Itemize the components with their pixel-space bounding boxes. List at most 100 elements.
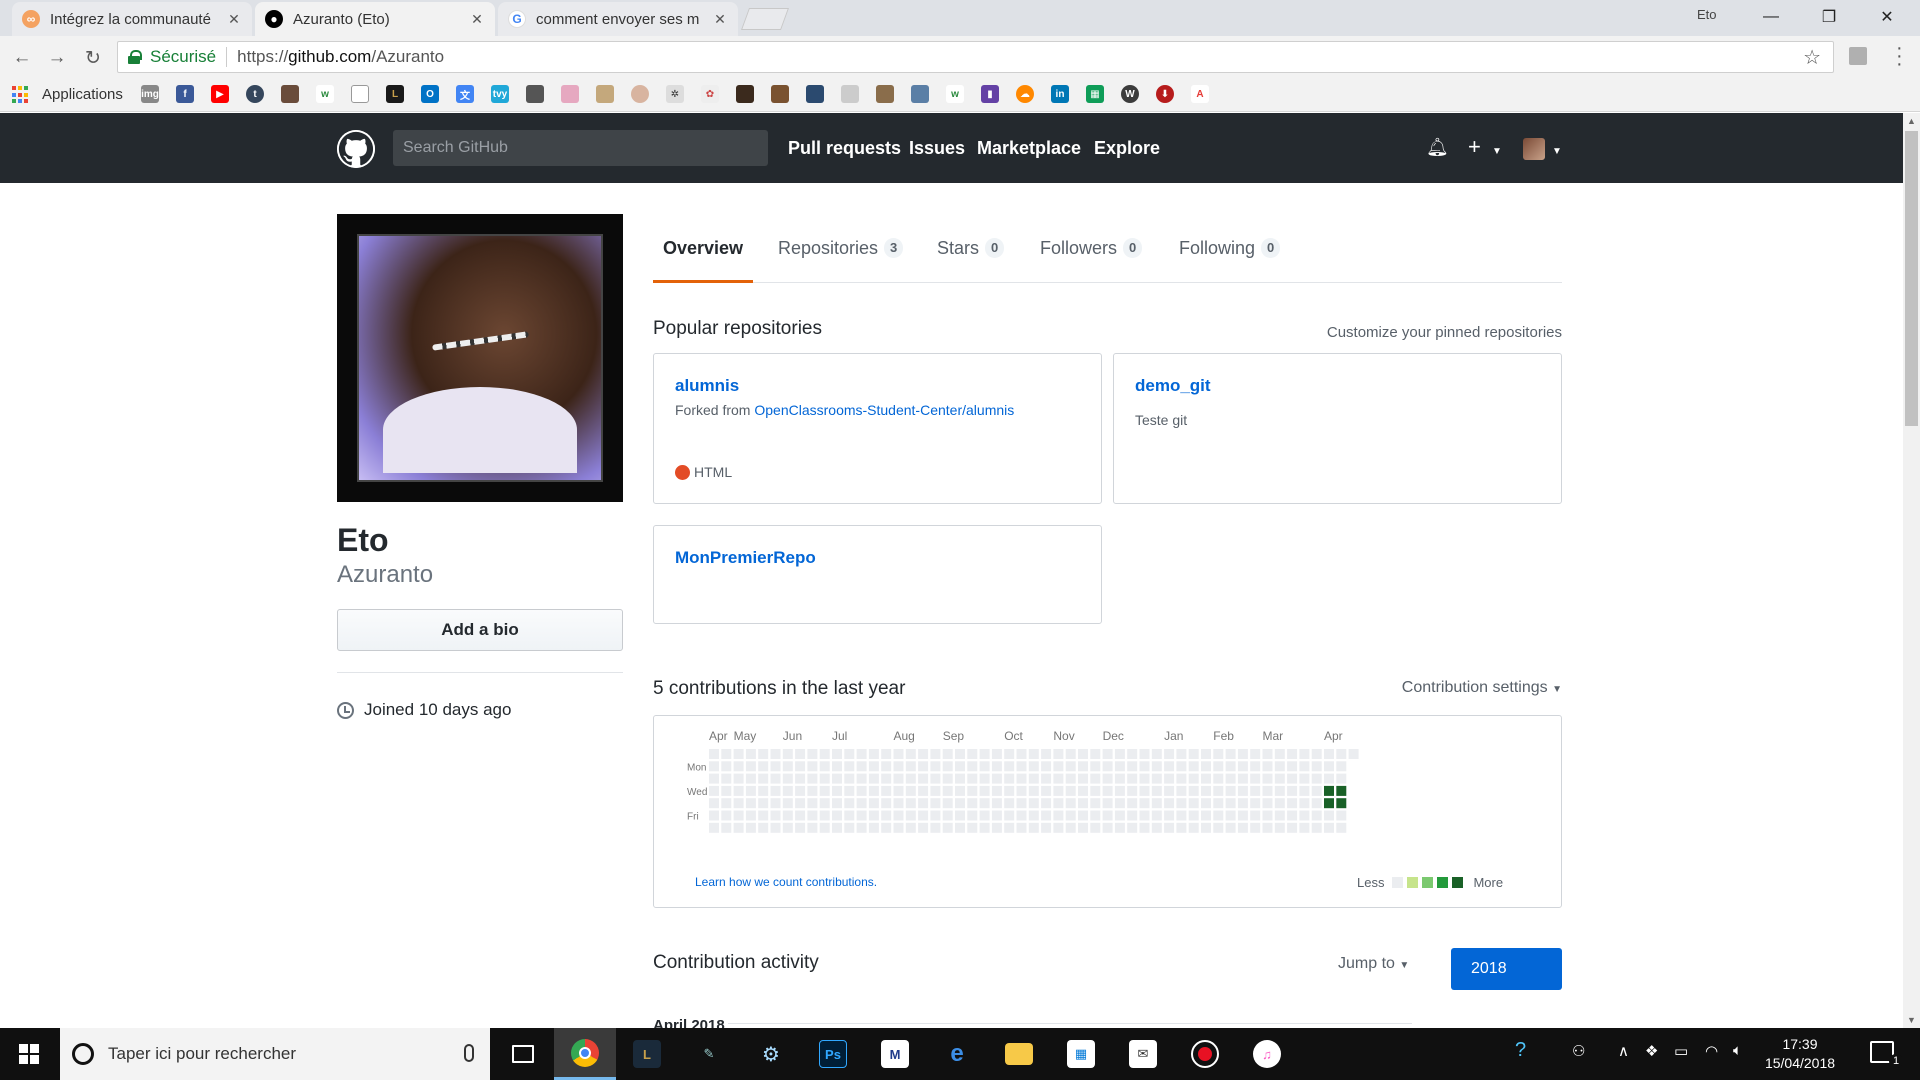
contribution-day-cell[interactable] — [881, 785, 892, 796]
contribution-day-cell[interactable] — [955, 785, 965, 796]
contribution-day-cell[interactable] — [745, 798, 756, 809]
settings-taskbar-icon[interactable]: ⚙ — [740, 1028, 802, 1080]
contribution-day-cell[interactable] — [1090, 798, 1101, 809]
contribution-day-cell[interactable] — [733, 773, 744, 784]
contribution-day-cell[interactable] — [930, 761, 941, 772]
contribution-day-cell[interactable] — [1324, 798, 1334, 809]
contribution-day-cell[interactable] — [758, 810, 769, 821]
contribution-day-cell[interactable] — [1299, 810, 1310, 821]
contribution-day-cell[interactable] — [942, 761, 953, 772]
contribution-day-cell[interactable] — [1114, 773, 1125, 784]
contribution-day-cell[interactable] — [1102, 798, 1113, 809]
contribution-day-cell[interactable] — [1213, 773, 1224, 784]
contribution-day-cell[interactable] — [770, 761, 781, 772]
contribution-day-cell[interactable] — [1164, 798, 1175, 809]
contribution-day-cell[interactable] — [770, 785, 781, 796]
contribution-day-cell[interactable] — [807, 773, 818, 784]
contribution-day-cell[interactable] — [832, 822, 842, 833]
contribution-day-cell[interactable] — [1213, 785, 1224, 796]
contribution-day-cell[interactable] — [782, 773, 793, 784]
contribution-day-cell[interactable] — [1188, 785, 1199, 796]
contribution-day-cell[interactable] — [942, 810, 953, 821]
contribution-day-cell[interactable] — [893, 749, 904, 759]
add-bio-button[interactable]: Add a bio — [337, 609, 623, 651]
contribution-day-cell[interactable] — [1274, 798, 1285, 809]
contribution-day-cell[interactable] — [1299, 822, 1310, 833]
contribution-day-cell[interactable] — [709, 785, 719, 796]
contribution-day-cell[interactable] — [819, 785, 830, 796]
contribution-day-cell[interactable] — [1053, 773, 1064, 784]
tumblr-bookmark-icon[interactable]: t — [246, 85, 264, 103]
facebook-bookmark-icon[interactable]: f — [176, 85, 194, 103]
contribution-day-cell[interactable] — [979, 773, 990, 784]
contribution-day-cell[interactable] — [1016, 785, 1027, 796]
contribution-day-cell[interactable] — [1201, 773, 1211, 784]
photo-bookmark-icon[interactable] — [736, 85, 754, 103]
contribution-day-cell[interactable] — [709, 749, 719, 759]
contribution-day-cell[interactable] — [1127, 810, 1138, 821]
dropbox-icon[interactable]: ❖ — [1645, 1042, 1658, 1060]
scrollbar-thumb[interactable] — [1905, 131, 1918, 426]
contribution-day-cell[interactable] — [1090, 761, 1101, 772]
contribution-day-cell[interactable] — [1225, 798, 1236, 809]
contribution-day-cell[interactable] — [844, 773, 855, 784]
contribution-day-cell[interactable] — [1004, 785, 1015, 796]
contribution-day-cell[interactable] — [1164, 773, 1175, 784]
contribution-day-cell[interactable] — [1127, 785, 1138, 796]
contribution-day-cell[interactable] — [1090, 810, 1101, 821]
contribution-day-cell[interactable] — [1274, 785, 1285, 796]
new-tab-button[interactable] — [740, 8, 790, 30]
contribution-day-cell[interactable] — [745, 785, 756, 796]
contribution-day-cell[interactable] — [1102, 810, 1113, 821]
contribution-day-cell[interactable] — [1041, 785, 1052, 796]
contribution-day-cell[interactable] — [979, 761, 990, 772]
contribution-day-cell[interactable] — [1053, 798, 1064, 809]
contribution-day-cell[interactable] — [868, 749, 879, 759]
contribution-day-cell[interactable] — [881, 761, 892, 772]
contribution-day-cell[interactable] — [1102, 785, 1113, 796]
contribution-day-cell[interactable] — [795, 773, 806, 784]
contribution-day-cell[interactable] — [721, 785, 732, 796]
person-bookmark-icon[interactable] — [841, 85, 859, 103]
contribution-day-cell[interactable] — [1102, 773, 1113, 784]
app-bookmark-icon[interactable] — [526, 85, 544, 103]
contribution-day-cell[interactable] — [1274, 773, 1285, 784]
reload-icon[interactable]: ↻ — [79, 44, 107, 72]
contribution-day-cell[interactable] — [1250, 798, 1261, 809]
youtube-bookmark-icon[interactable]: ▶ — [211, 85, 229, 103]
contribution-day-cell[interactable] — [1250, 822, 1261, 833]
contribution-day-cell[interactable] — [868, 810, 879, 821]
contribution-day-cell[interactable] — [832, 785, 842, 796]
contribution-day-cell[interactable] — [1151, 798, 1162, 809]
contribution-day-cell[interactable] — [1016, 798, 1027, 809]
contribution-day-cell[interactable] — [1102, 761, 1113, 772]
photoshop-taskbar-icon[interactable]: Ps — [802, 1028, 864, 1080]
contribution-day-cell[interactable] — [1004, 761, 1015, 772]
contribution-day-cell[interactable] — [1078, 785, 1088, 796]
contribution-day-cell[interactable] — [1028, 773, 1039, 784]
contribution-day-cell[interactable] — [1250, 761, 1261, 772]
contribution-day-cell[interactable] — [942, 798, 953, 809]
contribution-day-cell[interactable] — [1299, 749, 1310, 759]
contribution-day-cell[interactable] — [1311, 785, 1322, 796]
translate-bookmark-icon[interactable]: 文 — [456, 85, 474, 103]
contribution-day-cell[interactable] — [881, 810, 892, 821]
contribution-day-cell[interactable] — [1004, 822, 1015, 833]
contribution-day-cell[interactable] — [709, 773, 719, 784]
contribution-day-cell[interactable] — [1324, 761, 1334, 772]
contribution-day-cell[interactable] — [1324, 749, 1334, 759]
contribution-day-cell[interactable] — [1078, 798, 1088, 809]
contribution-day-cell[interactable] — [1336, 761, 1347, 772]
repo-link[interactable]: demo_git — [1135, 376, 1211, 396]
contribution-day-cell[interactable] — [807, 798, 818, 809]
contribution-day-cell[interactable] — [1336, 810, 1347, 821]
contribution-day-cell[interactable] — [905, 822, 916, 833]
contribution-day-cell[interactable] — [844, 798, 855, 809]
close-tab-icon[interactable]: ✕ — [712, 11, 728, 28]
imgur-bookmark-icon[interactable]: img — [141, 85, 159, 103]
contribution-day-cell[interactable] — [1065, 810, 1076, 821]
contribution-day-cell[interactable] — [905, 761, 916, 772]
contribution-day-cell[interactable] — [991, 822, 1002, 833]
browser-tab-github[interactable]: ● Azuranto (Eto) ✕ — [255, 2, 495, 36]
contribution-day-cell[interactable] — [709, 761, 719, 772]
